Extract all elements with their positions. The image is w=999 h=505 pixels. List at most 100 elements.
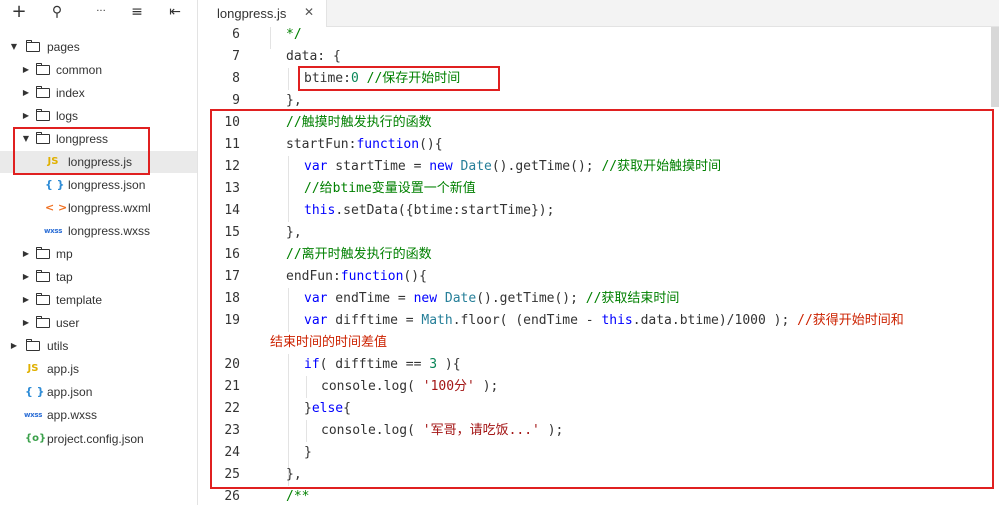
tree-file-longpress-js[interactable]: JS longpress.js: [0, 151, 197, 173]
tree-label: app.js: [47, 362, 80, 376]
toggle-sidebar-icon[interactable]: ⇤: [164, 2, 186, 22]
tree-label: longpress: [56, 132, 109, 146]
code-token: ( difftime ==: [319, 357, 430, 372]
code-line-15: },: [286, 222, 302, 244]
json-file-icon: { }: [25, 385, 45, 398]
caret-right-icon: ▶: [22, 65, 30, 74]
code-line-21: console.log( '100分' );: [321, 376, 498, 398]
tree-folder-index[interactable]: ▶ index: [0, 82, 197, 104]
code-line-19: var difftime = Math.floor( (endTime - th…: [304, 310, 904, 332]
folder-icon: [36, 293, 50, 305]
code-token: .data.btime)/1000 );: [632, 313, 798, 328]
add-icon[interactable]: +: [8, 2, 30, 22]
code-token: //获取开始触摸时间: [601, 159, 722, 174]
code-token: var: [304, 291, 328, 306]
indent-guide: [288, 288, 289, 332]
code-token: console.log(: [321, 423, 423, 438]
tree-file-longpress-json[interactable]: { } longpress.json: [0, 174, 197, 196]
tree-file-longpress-wxml[interactable]: < > longpress.wxml: [0, 197, 197, 219]
line-number: 7: [232, 49, 240, 64]
code-token: endFun:: [286, 269, 341, 284]
code-token: );: [474, 379, 499, 394]
folder-open-icon: [36, 132, 50, 144]
caret-right-icon: ▶: [10, 341, 18, 350]
code-token: 0: [350, 71, 359, 86]
code-line-8: btime:0 //保存开始时间: [304, 68, 460, 90]
line-number: 16: [224, 247, 240, 262]
code-line-20: if( difftime == 3 ){: [304, 354, 461, 376]
tree-file-app-wxss[interactable]: wxss app.wxss: [0, 404, 197, 426]
code-token: 结束时间的时间差值: [270, 335, 388, 350]
code-token: '军哥，请吃饭...': [422, 423, 540, 438]
indent-guide: [270, 27, 271, 49]
tree-file-project-config[interactable]: {o} project.config.json: [0, 428, 197, 450]
code-token: .setData({btime:startTime});: [335, 203, 555, 218]
line-number: 19: [224, 313, 240, 328]
code-token: },: [286, 225, 302, 240]
code-line-9: },: [286, 90, 302, 112]
code-token: new: [429, 159, 453, 174]
tree-file-longpress-wxss[interactable]: wxss longpress.wxss: [0, 220, 197, 242]
vertical-scrollbar[interactable]: [991, 27, 999, 107]
folder-icon: [36, 270, 50, 282]
code-token: startTime =: [327, 159, 430, 174]
wxss-file-icon: wxss: [44, 227, 63, 235]
tree-folder-tap[interactable]: ▶ tap: [0, 266, 197, 288]
line-number: 10: [224, 115, 240, 130]
code-line-11: startFun:function(){: [286, 134, 443, 156]
code-token: console.log(: [321, 379, 423, 394]
folder-icon: [36, 86, 50, 98]
line-number: 8: [232, 71, 240, 86]
folder-icon: [36, 63, 50, 75]
indent-guide: [306, 420, 307, 442]
tree-file-app-js[interactable]: JS app.js: [0, 358, 197, 380]
tree-label: index: [56, 86, 85, 100]
code-line-17: endFun:function(){: [286, 266, 427, 288]
code-token: //离开时触发执行的函数: [286, 247, 432, 262]
code-token: 3: [429, 357, 438, 372]
code-token: //触摸时触发执行的函数: [286, 115, 432, 130]
caret-right-icon: ▶: [22, 295, 30, 304]
tree-label: mp: [56, 247, 73, 261]
code-token: if: [304, 357, 320, 372]
code-token: new: [413, 291, 438, 306]
tree-folder-pages[interactable]: ▼ pages: [0, 36, 197, 58]
explorer-toolbar: + ⚲ ··· ≡ ⇤: [0, 0, 197, 26]
tree-folder-longpress[interactable]: ▼ longpress: [0, 128, 197, 150]
code-token: }: [304, 445, 312, 460]
indent-guide: [288, 68, 289, 90]
tab-longpress-js[interactable]: longpress.js ✕: [198, 0, 327, 27]
more-icon[interactable]: ···: [90, 2, 112, 22]
code-line-23: console.log( '军哥，请吃饭...' );: [321, 420, 563, 442]
tree-folder-logs[interactable]: ▶ logs: [0, 105, 197, 127]
code-token: //保存开始时间: [358, 71, 461, 86]
tree-folder-common[interactable]: ▶ common: [0, 59, 197, 81]
code-line-13: //给btime变量设置一个新值: [304, 178, 476, 200]
code-token: /**: [286, 489, 310, 504]
close-icon[interactable]: ✕: [304, 5, 314, 19]
search-icon[interactable]: ⚲: [46, 2, 68, 22]
code-token: Date: [444, 291, 477, 306]
code-editor[interactable]: 6 7 8 9 10 11 12 13 14 15 16 17 18 19 20…: [198, 27, 999, 505]
tree-file-app-json[interactable]: { } app.json: [0, 381, 197, 403]
tree-folder-template[interactable]: ▶ template: [0, 289, 197, 311]
tree-folder-mp[interactable]: ▶ mp: [0, 243, 197, 265]
line-number: 9: [232, 93, 240, 108]
caret-right-icon: ▶: [22, 88, 30, 97]
code-token: ().getTime();: [476, 291, 586, 306]
collapse-all-icon[interactable]: ≡: [126, 2, 148, 22]
tree-label: project.config.json: [47, 432, 144, 446]
code-line-18: var endTime = new Date().getTime(); //获取…: [304, 288, 679, 310]
tree-label: pages: [47, 40, 80, 54]
code-token: endTime =: [327, 291, 414, 306]
tree-folder-user[interactable]: ▶ user: [0, 312, 197, 334]
code-token: ){: [437, 357, 461, 372]
folder-icon: [36, 109, 50, 121]
tree-folder-utils[interactable]: ▶ utils: [0, 335, 197, 357]
folder-icon: [36, 247, 50, 259]
json-file-icon: { }: [45, 178, 65, 191]
line-number: 18: [224, 291, 240, 306]
code-line-12: var startTime = new Date().getTime(); //…: [304, 156, 721, 178]
code-token: var: [304, 159, 328, 174]
